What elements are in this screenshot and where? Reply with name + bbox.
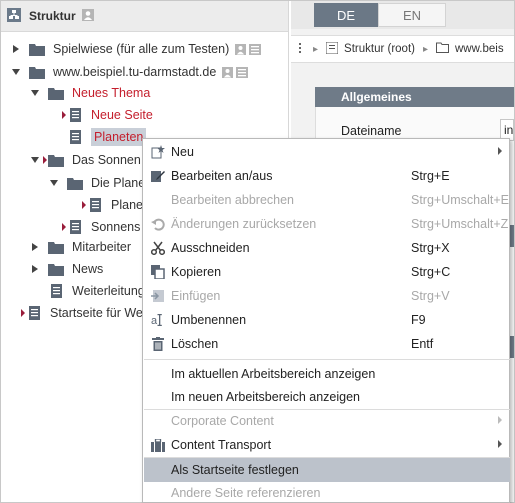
folder-outline-icon bbox=[436, 42, 449, 56]
user-icon bbox=[235, 43, 247, 55]
folder-icon bbox=[48, 240, 64, 254]
user-icon bbox=[81, 8, 94, 24]
menu-separator bbox=[144, 359, 510, 360]
user-icon bbox=[222, 66, 234, 78]
submenu-arrow-icon bbox=[498, 416, 502, 424]
copy-icon bbox=[150, 264, 166, 280]
menu-item-bearbeiten[interactable]: Bearbeiten an/aus Strg+E bbox=[144, 164, 510, 188]
breadcrumb-item[interactable]: www.beis bbox=[455, 43, 504, 55]
context-menu: Neu Bearbeiten an/aus Strg+E Bearbeiten … bbox=[142, 138, 510, 503]
page-icon bbox=[62, 220, 83, 234]
tree-item-label: Startseite für We bbox=[50, 306, 143, 320]
folder-icon bbox=[48, 262, 64, 276]
submenu-arrow-icon bbox=[498, 147, 502, 155]
menu-item-ausschneiden[interactable]: Ausschneiden Strg+X bbox=[144, 236, 510, 260]
expand-arrow-icon[interactable] bbox=[11, 44, 21, 54]
list-icon bbox=[249, 43, 262, 55]
menu-item-umbenennen[interactable]: a Umbenennen F9 bbox=[144, 308, 510, 332]
menu-item-einfuegen[interactable]: Einfügen Strg+V bbox=[144, 284, 510, 308]
tree-item-mitarbeiter[interactable]: Mitarbeiter bbox=[30, 236, 131, 258]
list-icon bbox=[236, 66, 249, 78]
expand-arrow-icon[interactable] bbox=[30, 242, 40, 252]
menu-item-andere-seite-referenzieren[interactable]: Andere Seite referenzieren bbox=[144, 481, 510, 503]
menu-item-kopieren[interactable]: Kopieren Strg+C bbox=[144, 260, 510, 284]
structure-header: Struktur bbox=[1, 1, 288, 32]
trash-icon bbox=[150, 336, 166, 352]
tree-item-neues-thema[interactable]: Neues Thema bbox=[30, 82, 150, 104]
tree-item-sonnens[interactable]: Sonnens bbox=[62, 216, 141, 238]
collapse-arrow-icon[interactable] bbox=[30, 88, 40, 98]
tree-item-startseite[interactable]: Startseite für We bbox=[21, 302, 143, 324]
menu-item-content-transport[interactable]: Content Transport bbox=[144, 433, 510, 457]
page-icon bbox=[82, 198, 103, 212]
svg-text:a: a bbox=[151, 315, 158, 327]
menu-item-neuer-arbeitsbereich[interactable]: Im neuen Arbeitsbereich anzeigen bbox=[144, 385, 510, 409]
filename-label: Dateiname bbox=[341, 124, 402, 138]
tree-item-www-beispiel[interactable]: www.beispiel.tu-darmstadt.de bbox=[11, 61, 249, 83]
tree-item-label: Spielwiese (für alle zum Testen) bbox=[53, 42, 230, 56]
folder-icon bbox=[48, 86, 64, 100]
tree-item-plane[interactable]: Plane bbox=[82, 194, 143, 216]
tree-item-label: Sonnens bbox=[91, 220, 141, 234]
tree-item-label: Neues Thema bbox=[72, 86, 151, 100]
menu-item-als-startseite[interactable]: Als Startseite festlegen bbox=[144, 458, 510, 482]
tab-de[interactable]: DE bbox=[314, 3, 378, 27]
tree-item-spielwiese[interactable]: Spielwiese (für alle zum Testen) bbox=[11, 38, 262, 60]
folder-icon bbox=[29, 65, 45, 79]
menu-item-neu[interactable]: Neu bbox=[144, 140, 510, 164]
tree-item-weiterleitung[interactable]: Weiterleitung bbox=[48, 280, 145, 302]
collapse-arrow-icon[interactable] bbox=[11, 67, 21, 77]
folder-icon bbox=[43, 153, 64, 167]
section-header: Allgemeines bbox=[315, 87, 514, 107]
suitcase-icon bbox=[150, 437, 166, 453]
new-icon bbox=[150, 144, 166, 160]
edit-icon bbox=[150, 168, 166, 184]
menu-item-corporate-content[interactable]: Corporate Content bbox=[144, 409, 510, 433]
menu-item-aenderungen-zuruecksetzen[interactable]: Änderungen zurücksetzen Strg+Umschalt+Z bbox=[144, 212, 510, 236]
breadcrumb-start-icon bbox=[299, 42, 305, 56]
page-icon bbox=[62, 108, 83, 122]
chevron-right-icon: ▸ bbox=[313, 43, 319, 55]
chevron-right-icon: ▸ bbox=[422, 43, 428, 55]
tree-item-label: Das Sonnen bbox=[72, 153, 141, 167]
structure-title: Struktur bbox=[29, 9, 76, 23]
page-icon bbox=[48, 284, 64, 298]
structure-icon bbox=[325, 41, 339, 57]
menu-item-bearbeiten-abbrechen[interactable]: Bearbeiten abbrechen Strg+Umschalt+E bbox=[144, 188, 510, 212]
breadcrumb: ▸ Struktur (root) ▸ www.beis bbox=[291, 35, 514, 63]
paste-icon bbox=[150, 288, 166, 304]
rename-icon: a bbox=[150, 312, 166, 328]
tree-item-news[interactable]: News bbox=[30, 258, 103, 280]
tree-item-label: Neue Seite bbox=[91, 108, 153, 122]
scissors-icon bbox=[150, 240, 166, 256]
submenu-arrow-icon bbox=[498, 440, 502, 448]
structure-icon bbox=[7, 7, 21, 25]
menu-item-aktueller-arbeitsbereich[interactable]: Im aktuellen Arbeitsbereich anzeigen bbox=[144, 362, 510, 386]
undo-icon bbox=[150, 216, 166, 232]
tree-item-label: News bbox=[72, 262, 104, 276]
tree-item-das-sonnen[interactable]: Das Sonnen bbox=[30, 149, 141, 171]
tree-item-label: Die Plane bbox=[91, 176, 146, 190]
folder-icon bbox=[29, 42, 45, 56]
page-icon bbox=[21, 306, 42, 320]
page-icon bbox=[67, 130, 83, 144]
menu-item-loeschen[interactable]: Löschen Entf bbox=[144, 332, 510, 356]
expand-arrow-icon[interactable] bbox=[30, 264, 40, 274]
tree-item-label: Weiterleitung bbox=[72, 284, 145, 298]
tree-item-label: Plane bbox=[111, 198, 143, 212]
tree-item-label: Planeten bbox=[91, 128, 147, 146]
folder-icon bbox=[67, 176, 83, 190]
tab-en[interactable]: EN bbox=[378, 3, 446, 27]
tree-item-neue-seite[interactable]: Neue Seite bbox=[62, 104, 153, 126]
collapse-arrow-icon[interactable] bbox=[49, 178, 59, 188]
collapse-arrow-icon[interactable] bbox=[30, 155, 40, 165]
breadcrumb-item[interactable]: Struktur (root) bbox=[344, 43, 415, 55]
language-tabs: DE EN bbox=[291, 1, 514, 29]
tree-item-label: www.beispiel.tu-darmstadt.de bbox=[53, 65, 217, 79]
tree-item-planeten[interactable]: Planeten bbox=[67, 126, 147, 148]
tree-item-die-plane[interactable]: Die Plane bbox=[49, 172, 145, 194]
tree-item-label: Mitarbeiter bbox=[72, 240, 132, 254]
